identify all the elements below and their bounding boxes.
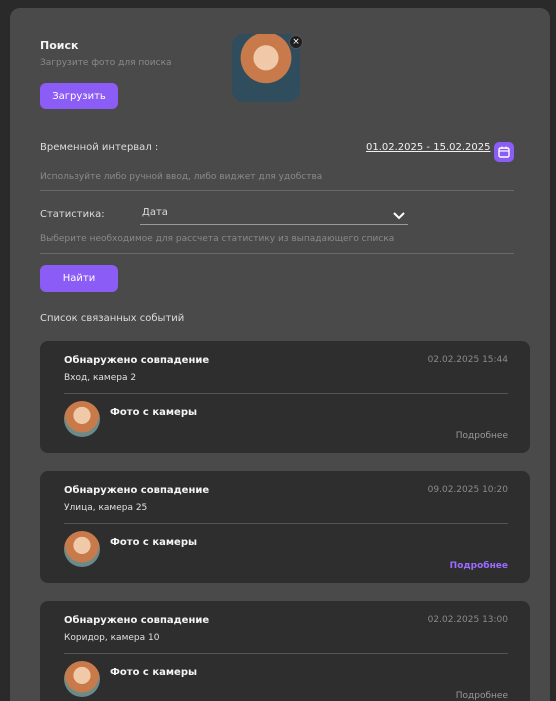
stats-hint: Выберите необходимое для рассчета статис… [40, 234, 395, 244]
camera-photo-avatar [64, 401, 100, 437]
interval-input[interactable]: 01.02.2025 - 15.02.2025 [366, 142, 490, 153]
camera-photo-avatar [64, 531, 100, 567]
chevron-down-icon [392, 207, 406, 226]
event-location: Улица, камера 25 [64, 503, 148, 513]
event-details-link[interactable]: Подробнее [450, 561, 508, 571]
events-title: Список связанных событий [40, 313, 185, 324]
camera-photo-label: Фото с камеры [110, 537, 198, 548]
event-divider [64, 653, 508, 654]
event-title: Обнаружено совпадение [64, 615, 210, 626]
event-title: Обнаружено совпадение [64, 485, 210, 496]
find-button[interactable]: Найти [40, 265, 118, 292]
search-panel: Поиск Загрузите фото для поиска Загрузит… [10, 8, 550, 701]
event-details-link[interactable]: Подробнее [456, 691, 508, 701]
upload-button[interactable]: Загрузить [40, 83, 118, 109]
stats-select[interactable]: Дата [140, 204, 408, 225]
interval-label: Временной интервал : [40, 142, 159, 153]
camera-photo-label: Фото с камеры [110, 407, 198, 418]
stats-divider [40, 253, 514, 254]
camera-photo-label: Фото с камеры [110, 667, 198, 678]
event-card: Обнаружено совпадение 02.02.2025 15:44 В… [40, 341, 530, 453]
stats-label: Статистика: [40, 209, 105, 220]
interval-hint: Используйте либо ручной ввод, либо видже… [40, 172, 323, 182]
event-location: Вход, камера 2 [64, 373, 137, 383]
event-card: Обнаружено совпадение 02.02.2025 13:00 К… [40, 601, 530, 701]
event-divider [64, 523, 508, 524]
interval-divider [40, 190, 514, 191]
calendar-icon[interactable] [494, 142, 514, 162]
event-details-link[interactable]: Подробнее [456, 431, 508, 441]
event-divider [64, 393, 508, 394]
event-datetime: 09.02.2025 10:20 [427, 485, 508, 495]
event-title: Обнаружено совпадение [64, 355, 210, 366]
event-location: Коридор, камера 10 [64, 633, 160, 643]
event-card: Обнаружено совпадение 09.02.2025 10:20 У… [40, 471, 530, 583]
search-hint: Загрузите фото для поиска [40, 58, 172, 68]
stats-selected-value: Дата [142, 207, 168, 218]
camera-photo-avatar [64, 661, 100, 697]
remove-photo-icon[interactable]: × [289, 35, 303, 49]
event-datetime: 02.02.2025 15:44 [427, 355, 508, 365]
search-title: Поиск [40, 39, 79, 52]
event-datetime: 02.02.2025 13:00 [427, 615, 508, 625]
